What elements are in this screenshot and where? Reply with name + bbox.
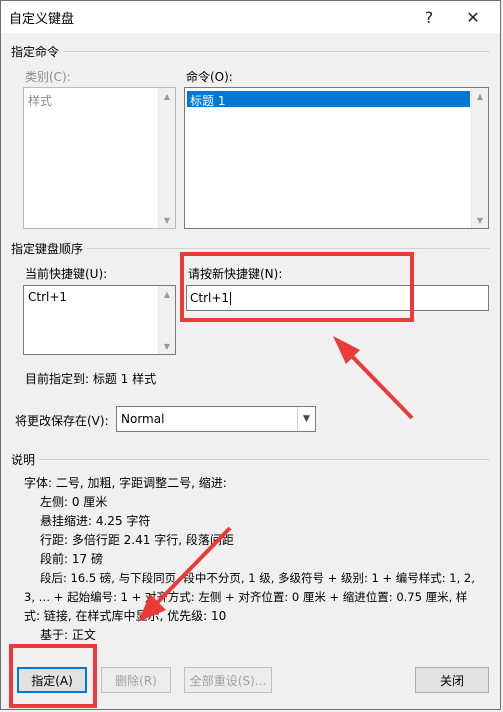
- annotation-arrow-upper: [344, 348, 414, 420]
- annotation-arrow-lower: [150, 526, 232, 610]
- annotation-arrows: [138, 336, 414, 622]
